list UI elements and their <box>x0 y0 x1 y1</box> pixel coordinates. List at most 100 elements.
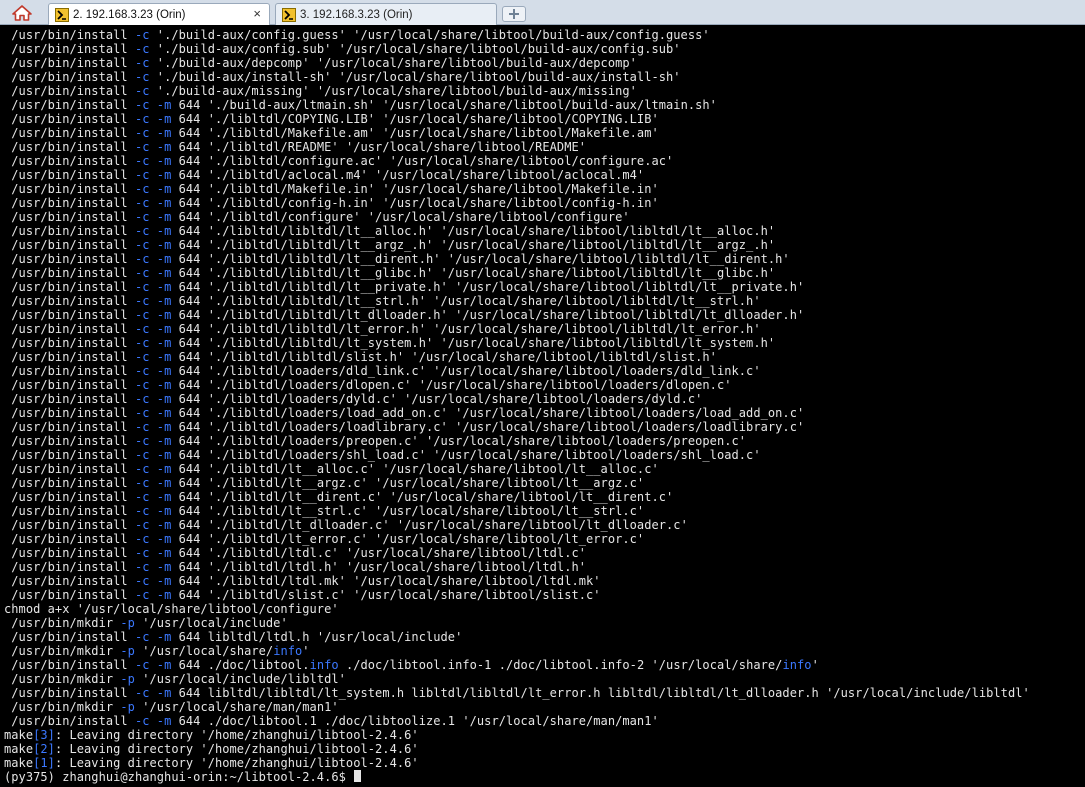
highlighted-token: -m <box>156 420 172 434</box>
line-text: /usr/bin/install <box>11 252 135 266</box>
highlighted-token: -m <box>156 392 172 406</box>
line-text: /usr/bin/install <box>11 714 135 728</box>
terminal-session-icon <box>55 7 69 22</box>
line-text: 644 './libltdl/lt_error.c' '/usr/local/s… <box>171 532 645 546</box>
line-text: /usr/bin/install <box>11 546 135 560</box>
line-text: make <box>4 728 34 742</box>
line-text <box>150 406 157 420</box>
line-text: 644 './libltdl/Makefile.in' '/usr/local/… <box>171 182 659 196</box>
terminal-line: /usr/bin/install -c -m 644 './libltdl/co… <box>4 210 1085 224</box>
highlighted-token: -c <box>134 630 150 644</box>
line-text <box>150 364 157 378</box>
highlighted-token: [2] <box>33 742 55 756</box>
terminal-line: /usr/bin/install -c -m 644 './libltdl/lo… <box>4 420 1085 434</box>
highlighted-token: -m <box>156 224 172 238</box>
line-text <box>150 462 157 476</box>
home-icon <box>12 4 32 21</box>
tab-session-2[interactable]: 2. 192.168.3.23 (Orin) × <box>48 3 270 25</box>
highlighted-token: -c <box>134 168 150 182</box>
line-text: /usr/bin/install <box>11 448 135 462</box>
line-text: 644 './libltdl/COPYING.LIB' '/usr/local/… <box>171 112 659 126</box>
highlighted-token: -p <box>120 644 135 658</box>
highlighted-token: -p <box>120 700 135 714</box>
line-text <box>150 168 157 182</box>
line-text: 644 ./doc/libtool. <box>171 658 310 672</box>
line-text: 644 './libltdl/aclocal.m4' '/usr/local/s… <box>171 168 645 182</box>
line-text: /usr/bin/install <box>11 560 135 574</box>
line-text: /usr/bin/install <box>11 84 135 98</box>
line-text: /usr/bin/install <box>11 210 135 224</box>
line-text: : Leaving directory '/home/zhanghui/libt… <box>54 756 419 770</box>
line-text: 644 './libltdl/loaders/dlopen.c' '/usr/l… <box>171 378 732 392</box>
line-text: ' <box>302 644 310 658</box>
new-tab-button[interactable] <box>502 6 526 22</box>
terminal-line: /usr/bin/install -c './build-aux/missing… <box>4 84 1085 98</box>
highlighted-token: -m <box>156 588 172 602</box>
highlighted-token: -c <box>134 378 150 392</box>
line-text: 644 './libltdl/libltdl/lt__strl.h' '/usr… <box>171 294 761 308</box>
highlighted-token: -c <box>134 336 150 350</box>
highlighted-token: -c <box>134 196 150 210</box>
terminal-line: /usr/bin/install -c -m 644 './libltdl/lo… <box>4 406 1085 420</box>
terminal-line: /usr/bin/mkdir -p '/usr/local/share/man/… <box>4 700 1085 714</box>
terminal-line: /usr/bin/install -c -m 644 './libltdl/sl… <box>4 588 1085 602</box>
line-text: /usr/bin/install <box>11 238 135 252</box>
line-text: /usr/bin/install <box>11 294 135 308</box>
highlighted-token: -m <box>156 210 172 224</box>
highlighted-token: -m <box>156 574 172 588</box>
highlighted-token: -p <box>120 616 135 630</box>
line-text <box>150 560 157 574</box>
line-text: 644 './libltdl/lt__strl.c' '/usr/local/s… <box>171 504 645 518</box>
line-text: 644 libltdl/libltdl/lt_system.h libltdl/… <box>171 686 1030 700</box>
terminal-line: /usr/bin/install -c './build-aux/config.… <box>4 28 1085 42</box>
line-text: /usr/bin/install <box>11 406 135 420</box>
highlighted-token: -p <box>120 672 135 686</box>
terminal-line: /usr/bin/install -c -m 644 './libltdl/li… <box>4 336 1085 350</box>
terminal-line: /usr/bin/install -c -m 644 './libltdl/lt… <box>4 560 1085 574</box>
terminal-line: /usr/bin/mkdir -p '/usr/local/include/li… <box>4 672 1085 686</box>
highlighted-token: -m <box>156 238 172 252</box>
highlighted-token: -m <box>156 350 172 364</box>
highlighted-token: -c <box>134 406 150 420</box>
line-text <box>150 434 157 448</box>
line-text: /usr/bin/install <box>11 308 135 322</box>
line-text: 644 './libltdl/libltdl/lt__argz_.h' '/us… <box>171 238 776 252</box>
terminal-line: /usr/bin/install -c -m 644 './libltdl/co… <box>4 154 1085 168</box>
highlighted-token: -m <box>156 140 172 154</box>
line-text <box>150 308 157 322</box>
highlighted-token: -m <box>156 714 172 728</box>
close-tab-icon[interactable]: × <box>253 7 261 21</box>
line-text: /usr/bin/install <box>11 266 135 280</box>
line-text <box>150 490 157 504</box>
highlighted-token: -c <box>134 294 150 308</box>
line-text: 644 './libltdl/config-h.in' '/usr/local/… <box>171 196 659 210</box>
line-text: './build-aux/config.guess' '/usr/local/s… <box>149 28 710 42</box>
tab-session-3[interactable]: 3. 192.168.3.23 (Orin) <box>275 3 497 25</box>
line-text: 644 './libltdl/ltdl.h' '/usr/local/share… <box>171 560 587 574</box>
terminal-output[interactable]: /usr/bin/install -c './build-aux/config.… <box>0 26 1085 787</box>
home-button[interactable] <box>4 3 40 22</box>
shell-prompt-line[interactable]: (py375) zhanghui@zhanghui-orin:~/libtool… <box>4 770 1085 784</box>
highlighted-token: info <box>782 658 812 672</box>
line-text <box>150 210 157 224</box>
terminal-line: /usr/bin/install -c -m 644 './libltdl/li… <box>4 266 1085 280</box>
line-text <box>150 350 157 364</box>
line-text: '/usr/local/share/man/man1' <box>134 700 339 714</box>
line-text: /usr/bin/install <box>11 154 135 168</box>
terminal-line: /usr/bin/install -c -m 644 './libltdl/li… <box>4 252 1085 266</box>
line-text: /usr/bin/install <box>11 462 135 476</box>
terminal-line: /usr/bin/install -c './build-aux/depcomp… <box>4 56 1085 70</box>
highlighted-token: -c <box>134 518 150 532</box>
line-text: /usr/bin/install <box>11 42 135 56</box>
line-text <box>150 280 157 294</box>
highlighted-token: -c <box>134 224 150 238</box>
highlighted-token: -m <box>156 406 172 420</box>
highlighted-token: -m <box>156 658 172 672</box>
terminal-line: /usr/bin/install -c -m 644 './libltdl/lo… <box>4 378 1085 392</box>
terminal-line: /usr/bin/install -c -m 644 './libltdl/lt… <box>4 518 1085 532</box>
line-text: : Leaving directory '/home/zhanghui/libt… <box>54 742 419 756</box>
highlighted-token: -m <box>156 490 172 504</box>
line-text <box>150 588 157 602</box>
plus-icon <box>509 9 519 19</box>
line-text: 644 './libltdl/loaders/preopen.c' '/usr/… <box>171 434 747 448</box>
